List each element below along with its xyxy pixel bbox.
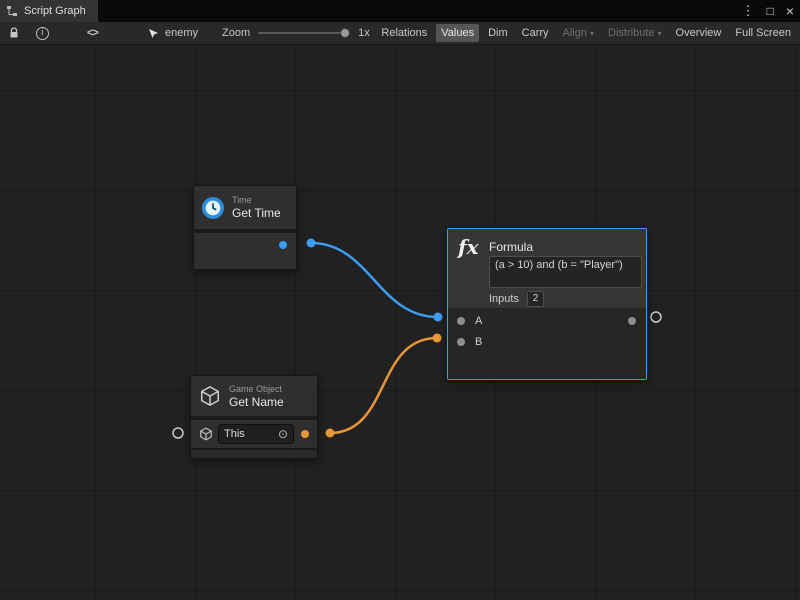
target-object-field[interactable]: This ⊙ xyxy=(218,424,294,444)
node-title: Get Name xyxy=(229,395,284,409)
zoom-slider-handle[interactable] xyxy=(340,28,350,38)
code-icon[interactable]: <> xyxy=(87,27,98,39)
graph-toolbar: i <> enemy Zoom 1x Relations Va xyxy=(0,22,800,45)
node-title: Formula xyxy=(489,240,533,254)
get-name-body: This ⊙ xyxy=(191,420,317,448)
formula-expression-input[interactable]: (a > 10) and (b = "Player") xyxy=(489,256,642,288)
relations-button[interactable]: Relations xyxy=(376,24,432,42)
window-controls: ⋮ □ × xyxy=(742,0,794,22)
get-name-footer xyxy=(191,448,317,458)
port-label: B xyxy=(475,336,482,348)
lock-icon[interactable] xyxy=(8,27,20,39)
get-time-header: Time Get Time xyxy=(194,186,296,229)
formula-result-port[interactable] xyxy=(628,317,636,325)
fx-icon: fx xyxy=(458,235,479,259)
cube-icon xyxy=(199,385,221,407)
formula-header: fx Formula (a > 10) and (b = "Player") I… xyxy=(448,229,646,308)
target-object-value: This xyxy=(224,428,245,440)
graph-reference[interactable]: enemy xyxy=(148,22,198,44)
full-screen-button[interactable]: Full Screen xyxy=(730,24,796,42)
close-icon[interactable]: × xyxy=(786,0,794,22)
port-row-a: A xyxy=(448,310,646,331)
wire-get-time-to-formula-a[interactable] xyxy=(311,243,438,317)
chevron-down-icon: ▾ xyxy=(658,29,662,38)
port-label: A xyxy=(475,315,482,327)
object-picker-icon[interactable]: ⊙ xyxy=(278,427,288,441)
wire-endpoint-dot[interactable] xyxy=(326,429,335,438)
graph-name: enemy xyxy=(165,27,198,39)
zoom-value: 1x xyxy=(358,27,370,39)
align-button[interactable]: Align ▾ xyxy=(558,24,599,42)
clock-icon xyxy=(202,197,224,219)
maximize-icon[interactable]: □ xyxy=(767,0,774,22)
wire-get-name-to-formula-b[interactable] xyxy=(330,338,437,433)
formula-input-a-port[interactable] xyxy=(457,317,465,325)
info-icon[interactable]: i xyxy=(36,27,49,40)
script-graph-window: Script Graph ⋮ □ × i <> en xyxy=(0,0,800,600)
wire-endpoint-dot[interactable] xyxy=(433,334,442,343)
get-time-output-port[interactable] xyxy=(279,241,287,249)
get-name-target-input-port[interactable] xyxy=(173,428,183,438)
chevron-down-icon: ▾ xyxy=(590,29,594,38)
toolbar-left-group: i <> xyxy=(8,22,98,44)
node-formula[interactable]: fx Formula (a > 10) and (b = "Player") I… xyxy=(447,228,647,380)
get-name-header: Game Object Get Name xyxy=(191,376,317,416)
tab-title: Script Graph xyxy=(24,5,86,17)
get-time-body xyxy=(194,233,296,269)
zoom-label: Zoom xyxy=(222,27,250,39)
inputs-label: Inputs xyxy=(489,293,519,305)
graph-icon xyxy=(6,5,18,17)
zoom-slider[interactable] xyxy=(258,27,350,39)
graph-canvas[interactable]: Time Get Time fx Formula (a > 10) and (b… xyxy=(0,45,800,600)
port-row-b: B xyxy=(448,331,646,352)
carry-button[interactable]: Carry xyxy=(517,24,554,42)
formula-input-b-port[interactable] xyxy=(457,338,465,346)
toolbar-buttons: Relations Values Dim Carry Align ▾ Distr… xyxy=(376,22,796,44)
zoom-slider-track[interactable] xyxy=(258,32,350,34)
overview-button[interactable]: Overview xyxy=(671,24,727,42)
node-title: Get Time xyxy=(232,206,281,220)
zoom-control: Zoom 1x xyxy=(222,22,370,44)
get-name-output-port[interactable] xyxy=(301,430,309,438)
wires-layer xyxy=(0,45,800,600)
node-get-time[interactable]: Time Get Time xyxy=(193,185,297,270)
distribute-button[interactable]: Distribute ▾ xyxy=(603,24,666,42)
cube-icon xyxy=(199,427,213,441)
titlebar: Script Graph ⋮ □ × xyxy=(0,0,800,22)
node-category: Game Object xyxy=(229,384,284,395)
formula-output-port[interactable] xyxy=(651,312,661,322)
window-menu-icon[interactable]: ⋮ xyxy=(742,0,755,22)
graph-pointer-icon xyxy=(148,28,159,39)
formula-ports: A B xyxy=(448,308,646,379)
wire-endpoint-dot[interactable] xyxy=(307,239,316,248)
values-button[interactable]: Values xyxy=(436,24,479,42)
node-category: Time xyxy=(232,195,281,206)
node-get-name[interactable]: Game Object Get Name This ⊙ xyxy=(190,375,318,459)
inputs-count-input[interactable]: 2 xyxy=(527,291,544,307)
tab-script-graph[interactable]: Script Graph xyxy=(0,0,98,22)
wire-endpoint-dot[interactable] xyxy=(434,313,443,322)
dim-button[interactable]: Dim xyxy=(483,24,513,42)
